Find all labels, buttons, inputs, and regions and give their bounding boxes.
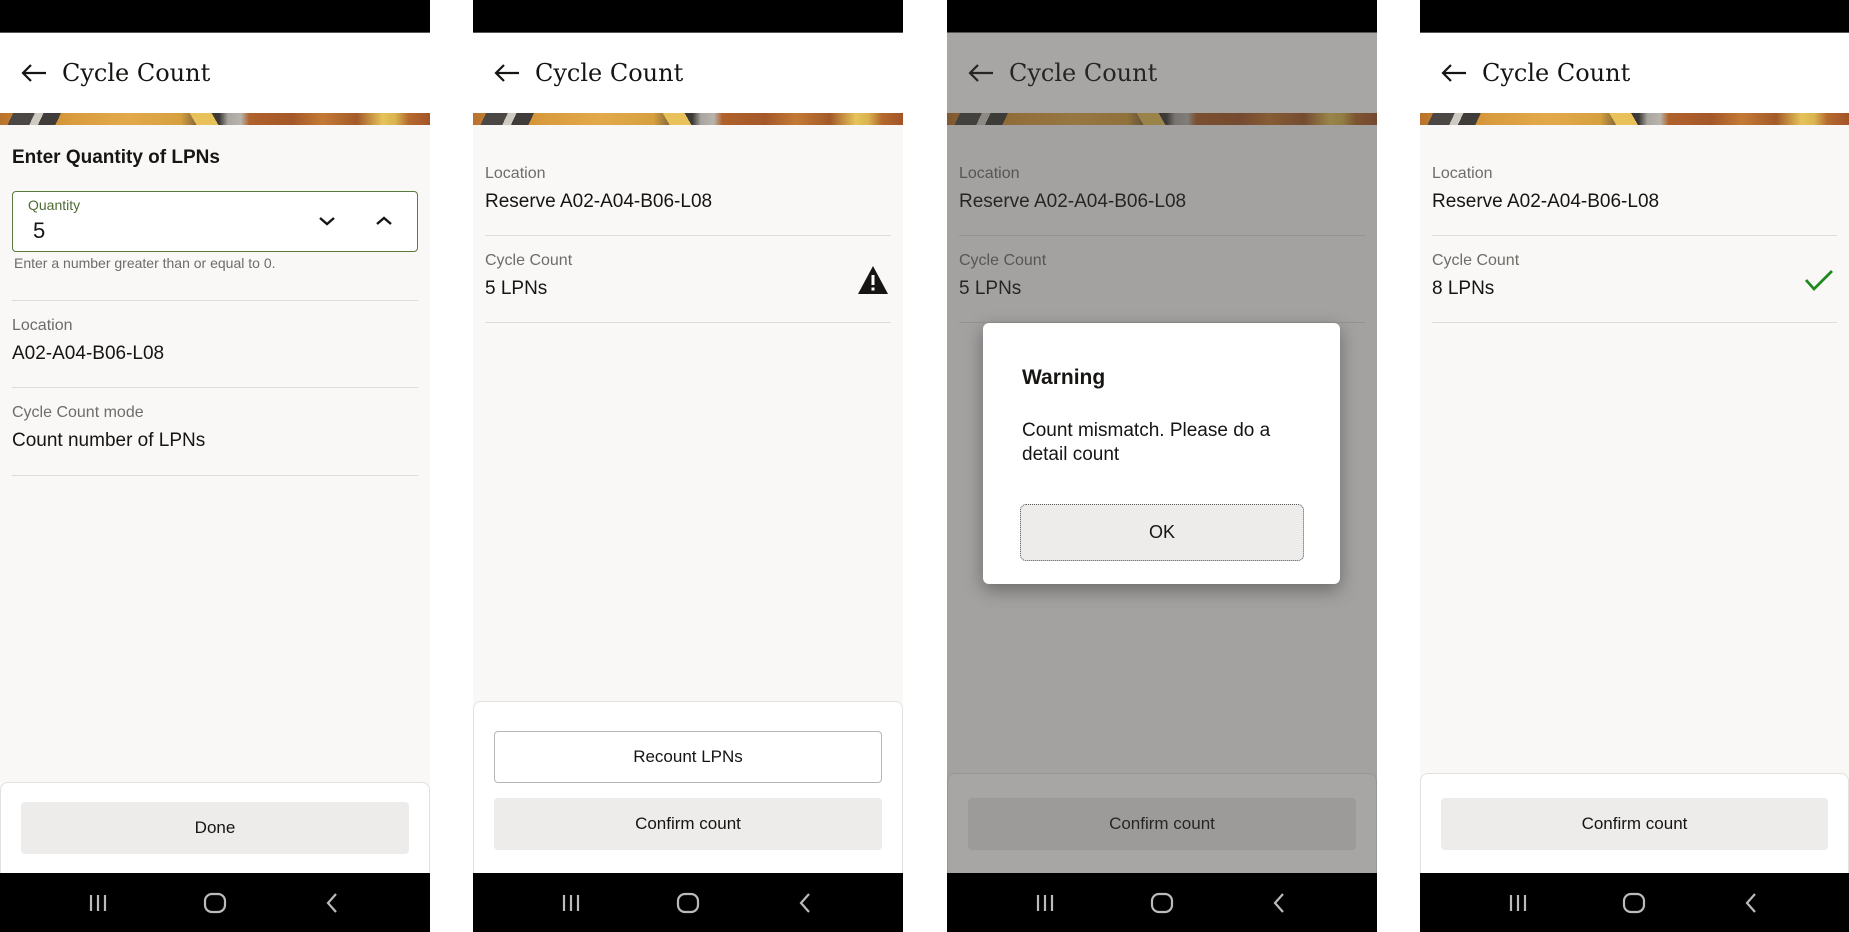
back-arrow-icon[interactable]	[20, 61, 50, 85]
cycle-count-label: Cycle Count	[485, 252, 573, 269]
system-nav-bar	[473, 873, 903, 932]
recount-lpns-button[interactable]: Recount LPNs	[494, 731, 882, 783]
dialog-message: Count mismatch. Please do a detail count	[1022, 420, 1271, 465]
cycle-count-value: 8 LPNs	[1432, 278, 1495, 299]
home-icon[interactable]	[195, 883, 235, 923]
status-bar	[1420, 0, 1849, 33]
status-bar	[0, 0, 430, 33]
back-arrow-icon[interactable]	[1440, 61, 1470, 85]
screen-count-mismatch: Cycle Count Location Reserve A02-A04-B06…	[473, 0, 903, 932]
home-icon[interactable]	[1614, 883, 1654, 923]
footer-actions: Done	[0, 782, 430, 873]
quantity-stepper[interactable]: Quantity 5	[12, 191, 418, 252]
location-value: Reserve A02-A04-B06-L08	[485, 191, 713, 212]
divider	[12, 475, 418, 476]
cycle-count-value: 5 LPNs	[485, 278, 548, 299]
home-icon[interactable]	[668, 883, 708, 923]
page-title: Cycle Count	[535, 59, 684, 87]
divider	[12, 300, 418, 301]
cycle-count-mode-label: Cycle Count mode	[12, 404, 144, 421]
divider	[1432, 235, 1837, 236]
screen-count-confirmed: Cycle Count Location Reserve A02-A04-B06…	[1420, 0, 1849, 932]
done-button[interactable]: Done	[21, 802, 409, 854]
location-value: A02-A04-B06-L08	[12, 343, 165, 364]
recent-apps-icon[interactable]	[1498, 883, 1538, 923]
recent-apps-icon[interactable]	[551, 883, 591, 923]
status-bar	[473, 0, 903, 33]
status-bar	[947, 0, 1377, 33]
screen-warning-dialog: Cycle Count Location Reserve A02-A04-B06…	[947, 0, 1377, 932]
quantity-hint: Enter a number greater than or equal to …	[14, 255, 276, 271]
quantity-input[interactable]: 5	[33, 218, 45, 244]
content: Enter Quantity of LPNs Quantity 5 Enter …	[0, 125, 430, 873]
confirm-count-button[interactable]: Confirm count	[494, 798, 882, 850]
app-header: Cycle Count	[1420, 33, 1849, 113]
location-value: Reserve A02-A04-B06-L08	[1432, 191, 1660, 212]
location-label: Location	[12, 317, 73, 334]
page-title: Cycle Count	[62, 59, 211, 87]
confirm-count-button[interactable]: Confirm count	[1441, 798, 1828, 850]
chevron-up-icon[interactable]	[369, 206, 399, 236]
cycle-count-mode-value: Count number of LPNs	[12, 430, 206, 451]
system-nav-bar	[1420, 873, 1849, 932]
recent-apps-icon[interactable]	[78, 883, 118, 923]
decorative-banner	[473, 113, 903, 125]
section-heading: Enter Quantity of LPNs	[12, 147, 220, 168]
warning-icon	[857, 264, 889, 296]
divider	[1432, 322, 1837, 323]
back-nav-icon[interactable]	[312, 883, 352, 923]
decorative-banner	[1420, 113, 1849, 125]
decorative-banner	[0, 113, 430, 125]
page-title: Cycle Count	[1482, 59, 1631, 87]
back-nav-icon[interactable]	[1259, 883, 1299, 923]
back-nav-icon[interactable]	[785, 883, 825, 923]
system-nav-bar	[0, 873, 430, 932]
recent-apps-icon[interactable]	[1025, 883, 1065, 923]
checkmark-icon	[1803, 264, 1835, 296]
warning-dialog: Warning Count mismatch. Please do a deta…	[983, 323, 1340, 584]
back-arrow-icon[interactable]	[493, 61, 523, 85]
app-header: Cycle Count	[0, 33, 430, 113]
divider	[485, 235, 891, 236]
dialog-title: Warning	[1022, 366, 1106, 389]
divider	[485, 322, 891, 323]
screen-enter-quantity: Cycle Count Enter Quantity of LPNs Quant…	[0, 0, 430, 932]
footer-actions: Recount LPNs Confirm count	[473, 701, 903, 873]
home-icon[interactable]	[1142, 883, 1182, 923]
quantity-label: Quantity	[28, 197, 81, 213]
app-header: Cycle Count	[473, 33, 903, 113]
system-nav-bar	[947, 873, 1377, 932]
location-label: Location	[485, 165, 546, 182]
chevron-down-icon[interactable]	[312, 206, 342, 236]
ok-button[interactable]: OK	[1020, 504, 1304, 561]
divider	[12, 387, 418, 388]
back-nav-icon[interactable]	[1731, 883, 1771, 923]
content: Location Reserve A02-A04-B06-L08 Cycle C…	[1420, 125, 1849, 873]
footer-actions: Confirm count	[1420, 773, 1849, 873]
cycle-count-label: Cycle Count	[1432, 252, 1520, 269]
location-label: Location	[1432, 165, 1493, 182]
